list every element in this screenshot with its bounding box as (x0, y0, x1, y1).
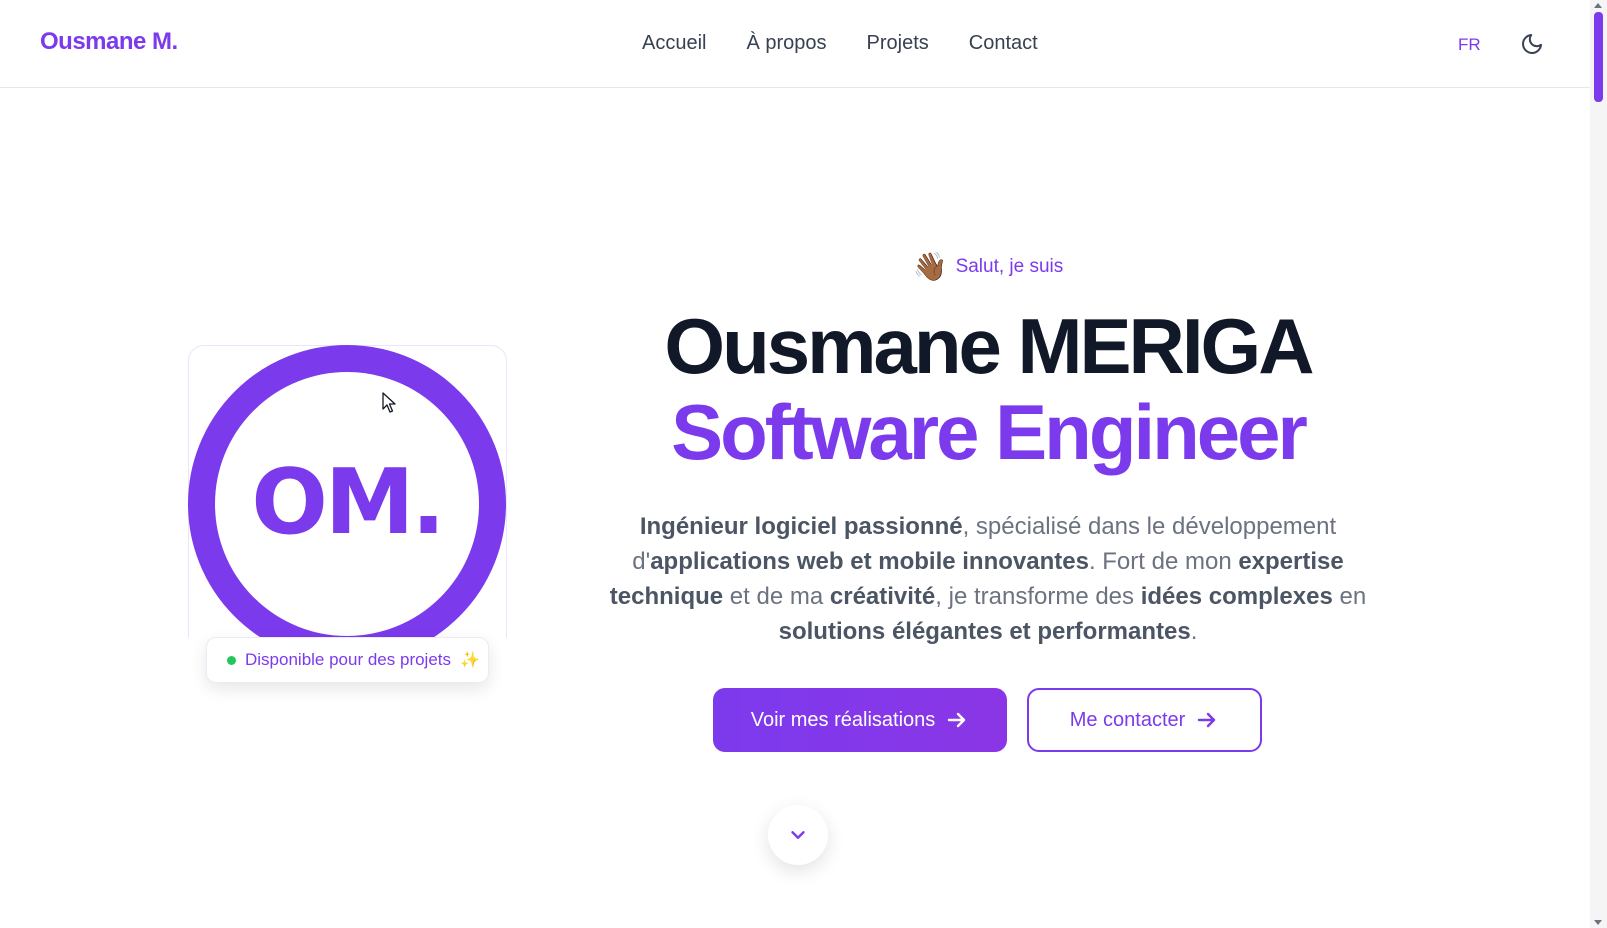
greeting-text: Salut, je suis (955, 255, 1064, 277)
scrollbar-thumb[interactable] (1594, 12, 1603, 102)
description-part: idées complexes (1140, 583, 1333, 610)
status-dot (227, 655, 236, 665)
availability-text: Disponible pour des projets (245, 650, 452, 669)
description-part: Ingénieur logiciel passionné (639, 513, 963, 540)
description-part: et de ma (723, 583, 830, 610)
contact-button[interactable]: Me contacter (1027, 688, 1262, 752)
avatar: OM. (188, 345, 506, 663)
scroll-down-arrow-icon[interactable] (1594, 920, 1602, 925)
hero-description: Ingénieur logiciel passionné, spécialisé… (598, 509, 1378, 649)
description-part: solutions élégantes et performantes (778, 618, 1191, 645)
page-scrollbar[interactable] (1590, 0, 1607, 928)
sparkle-icon: ✨ (460, 652, 480, 669)
language-switcher[interactable]: FR (1458, 35, 1481, 55)
waving-hand-icon: 👋🏾 (912, 251, 948, 282)
description-part: . Fort de mon (1088, 548, 1239, 575)
hero-section: 👋🏾 Salut, je suis Ousmane MERIGA Softwar… (598, 250, 1378, 649)
theme-toggle-button[interactable] (1518, 30, 1546, 58)
main-nav: Accueil À propos Projets Contact (642, 32, 1038, 55)
avatar-initials: OM. (251, 449, 445, 555)
nav-link-projets[interactable]: Projets (867, 32, 929, 55)
hero-role: Software Engineer (671, 388, 1308, 476)
nav-link-a-propos[interactable]: À propos (746, 32, 826, 55)
hero-name: Ousmane MERIGA (664, 302, 1314, 390)
view-projects-button[interactable]: Voir mes réalisations (713, 688, 1007, 752)
brand-logo[interactable]: Ousmane M. (40, 28, 178, 56)
arrow-right-icon (1198, 712, 1216, 728)
description-part: en (1332, 583, 1367, 610)
scroll-up-arrow-icon[interactable] (1594, 3, 1602, 8)
description-part: , je transforme des (935, 583, 1141, 610)
nav-link-contact[interactable]: Contact (969, 32, 1038, 55)
greeting: 👋🏾 Salut, je suis (598, 250, 1378, 283)
nav-link-accueil[interactable]: Accueil (642, 32, 706, 55)
mouse-cursor-icon (382, 392, 396, 413)
arrow-right-icon (948, 712, 966, 728)
chevron-down-icon (791, 831, 805, 839)
description-part: applications web et mobile innovantes (650, 548, 1089, 575)
moon-icon (1522, 34, 1542, 54)
description-part: . (1190, 618, 1198, 645)
availability-badge: Disponible pour des projets ✨ (206, 637, 489, 683)
site-header: Ousmane M. Accueil À propos Projets Cont… (0, 0, 1590, 88)
scroll-down-button[interactable] (768, 805, 828, 865)
contact-label: Me contacter (1069, 708, 1186, 731)
view-projects-label: Voir mes réalisations (750, 708, 936, 731)
description-part: créativité (829, 583, 936, 610)
